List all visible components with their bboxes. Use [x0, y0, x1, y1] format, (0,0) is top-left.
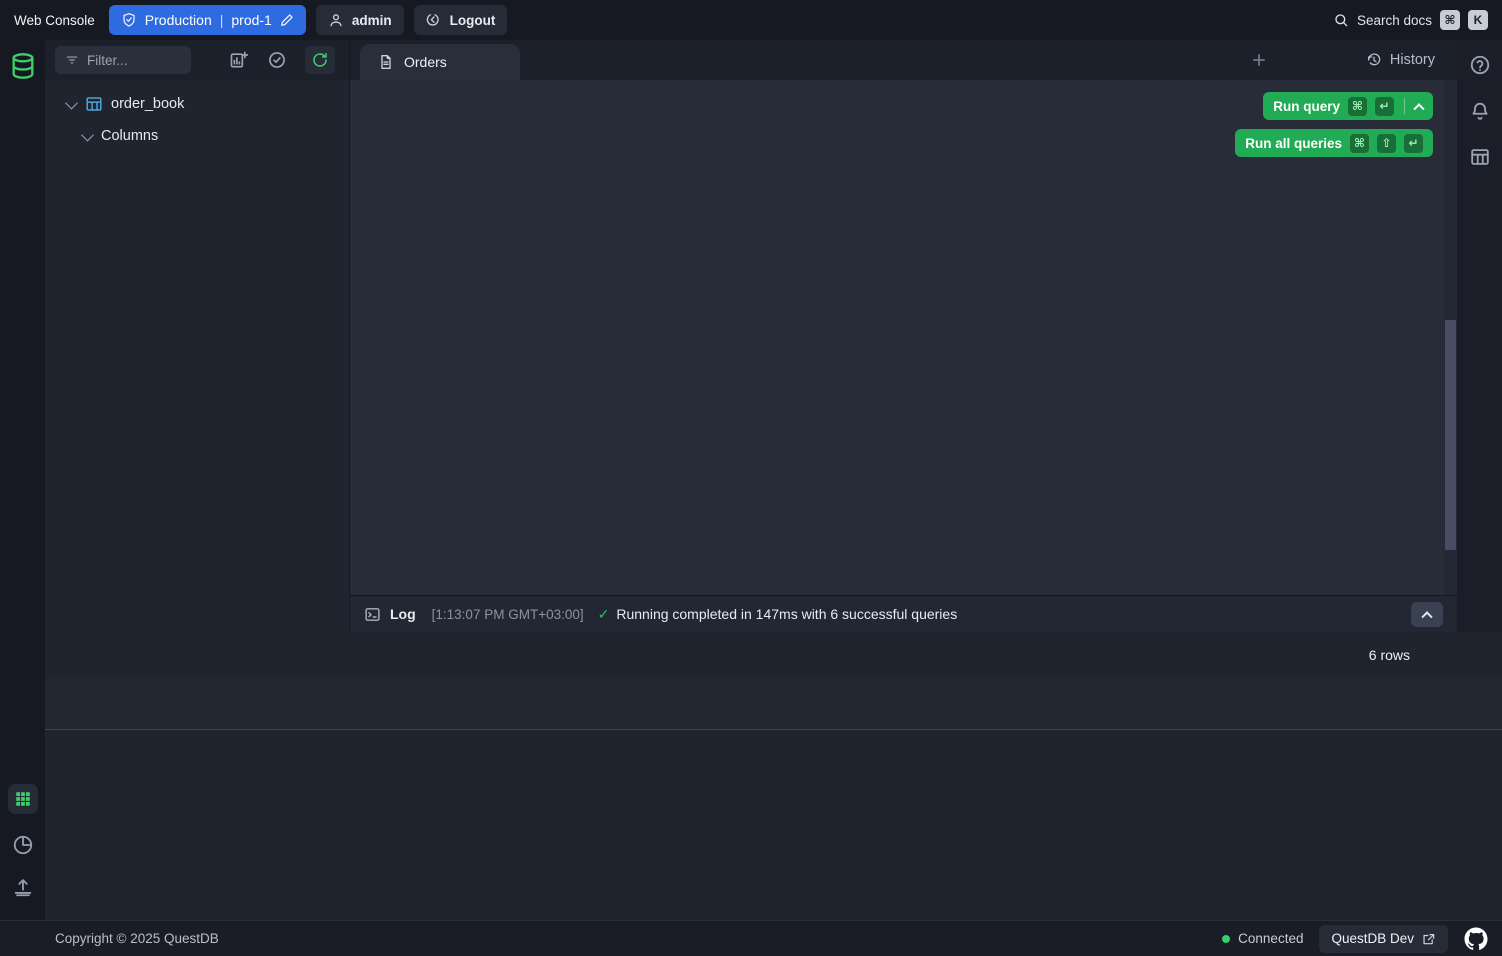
- chevron-up-icon[interactable]: [1413, 103, 1424, 114]
- tree-item-order_book[interactable]: order_book: [45, 88, 349, 120]
- search-docs-button[interactable]: Search docs ⌘ K: [1333, 10, 1488, 30]
- questdb-web-console: Web Console Production | prod-1 admin Lo…: [0, 0, 1502, 956]
- select-tables-button[interactable]: [267, 50, 287, 70]
- run-controls: Run query ⌘ ↵ Run all queries ⌘ ⇧ ↵: [1235, 92, 1433, 157]
- history-button[interactable]: History: [1366, 52, 1435, 68]
- enter-key: ↵: [1375, 97, 1394, 116]
- run-all-label: Run all queries: [1245, 136, 1342, 151]
- tab-label: Orders: [404, 54, 447, 70]
- results-grid-view-button[interactable]: [8, 784, 38, 814]
- import-button[interactable]: [12, 876, 34, 898]
- editor-scrollbar-thumb[interactable]: [1445, 320, 1456, 550]
- log-title: Log: [390, 606, 416, 622]
- log-message: Running completed in 147ms with 6 succes…: [616, 606, 957, 622]
- sql-editor[interactable]: Run query ⌘ ↵ Run all queries ⌘ ⇧ ↵: [350, 80, 1457, 595]
- instance-name: prod-1: [231, 12, 271, 28]
- refresh-icon: [311, 51, 329, 69]
- create-table-button[interactable]: [229, 50, 249, 70]
- search-docs-label: Search docs: [1357, 13, 1432, 28]
- user-button[interactable]: admin: [316, 5, 404, 35]
- user-name: admin: [352, 13, 392, 28]
- schema-filter-input[interactable]: [87, 53, 172, 68]
- collapse-log-button[interactable]: [1411, 602, 1443, 627]
- copyright-text: Copyright © 2025 QuestDB: [55, 931, 219, 946]
- schema-toolbar: [45, 40, 349, 80]
- right-rail: [1457, 40, 1502, 632]
- cmd-key: ⌘: [1440, 10, 1460, 30]
- questdb-logo-icon[interactable]: [9, 52, 37, 80]
- chevron-down-icon[interactable]: [65, 96, 78, 109]
- edit-pencil-icon[interactable]: [280, 13, 294, 27]
- new-tab-button[interactable]: [1250, 51, 1268, 69]
- chart-view-button[interactable]: [12, 834, 34, 856]
- history-clock-icon: [1366, 52, 1382, 68]
- user-icon: [328, 12, 344, 28]
- top-bar: Web Console Production | prod-1 admin Lo…: [0, 0, 1502, 40]
- chevron-down-icon[interactable]: [81, 128, 94, 141]
- refresh-schema-button[interactable]: [305, 46, 335, 74]
- grid-icon: [14, 790, 32, 808]
- editor-pane: Orders History Run query: [350, 40, 1457, 632]
- connection-status: Connected: [1222, 931, 1303, 946]
- document-icon: [378, 54, 394, 70]
- badge-divider: |: [220, 12, 224, 28]
- button-divider: [1404, 98, 1405, 114]
- terminal-icon: [364, 606, 381, 623]
- schema-filter[interactable]: [55, 46, 191, 74]
- row-count: 6 rows: [1369, 647, 1410, 663]
- editor-scrollbar[interactable]: [1444, 80, 1457, 595]
- logout-icon: [426, 12, 442, 28]
- filter-icon: [65, 53, 79, 67]
- left-rail: [0, 40, 45, 920]
- github-icon[interactable]: [1464, 927, 1488, 951]
- run-query-button[interactable]: Run query ⌘ ↵: [1263, 92, 1433, 120]
- history-label: History: [1390, 52, 1435, 68]
- build-info-button[interactable]: QuestDB Dev: [1319, 925, 1448, 953]
- app-title: Web Console: [14, 13, 95, 28]
- log-bar: Log [1:13:07 PM GMT+03:00] ✓ Running com…: [350, 595, 1457, 632]
- panel-layout-button[interactable]: [1469, 146, 1491, 168]
- cmd-key: ⌘: [1348, 97, 1367, 116]
- build-label: QuestDB Dev: [1331, 931, 1414, 946]
- status-label: Connected: [1238, 931, 1303, 946]
- tree-item-columns[interactable]: Columns: [45, 120, 349, 152]
- schema-tree: order_book Columns: [45, 80, 349, 152]
- footer: Copyright © 2025 QuestDB Connected Quest…: [0, 920, 1502, 956]
- chevron-up-icon: [1421, 611, 1432, 622]
- help-button[interactable]: [1469, 54, 1491, 76]
- results-panel: 6 rows: [45, 632, 1502, 920]
- k-key: K: [1468, 10, 1488, 30]
- shift-key: ⇧: [1377, 134, 1396, 153]
- notifications-button[interactable]: [1469, 100, 1491, 122]
- search-icon: [1333, 12, 1349, 28]
- tab-bar: Orders History: [350, 40, 1457, 80]
- success-check-icon: ✓: [598, 606, 610, 623]
- logout-label: Logout: [450, 13, 496, 28]
- enter-key: ↵: [1404, 134, 1423, 153]
- schema-sidebar: order_book Columns: [45, 40, 350, 632]
- run-all-queries-button[interactable]: Run all queries ⌘ ⇧ ↵: [1235, 129, 1433, 157]
- environment-badge[interactable]: Production | prod-1: [109, 5, 306, 35]
- cmd-key: ⌘: [1350, 134, 1369, 153]
- log-timestamp: [1:13:07 PM GMT+03:00]: [432, 607, 584, 622]
- tree-item-label: Columns: [101, 128, 158, 144]
- tree-item-label: order_book: [111, 96, 184, 112]
- shield-check-icon: [121, 12, 137, 28]
- external-link-icon: [1422, 932, 1436, 946]
- environment-name: Production: [145, 12, 212, 28]
- table-icon: [85, 95, 103, 113]
- status-dot-icon: [1222, 935, 1230, 943]
- results-grid-header: [45, 678, 1502, 730]
- run-query-label: Run query: [1273, 99, 1340, 114]
- results-toolbar: 6 rows: [45, 632, 1502, 678]
- logout-button[interactable]: Logout: [414, 5, 508, 35]
- tab-orders[interactable]: Orders: [360, 44, 520, 80]
